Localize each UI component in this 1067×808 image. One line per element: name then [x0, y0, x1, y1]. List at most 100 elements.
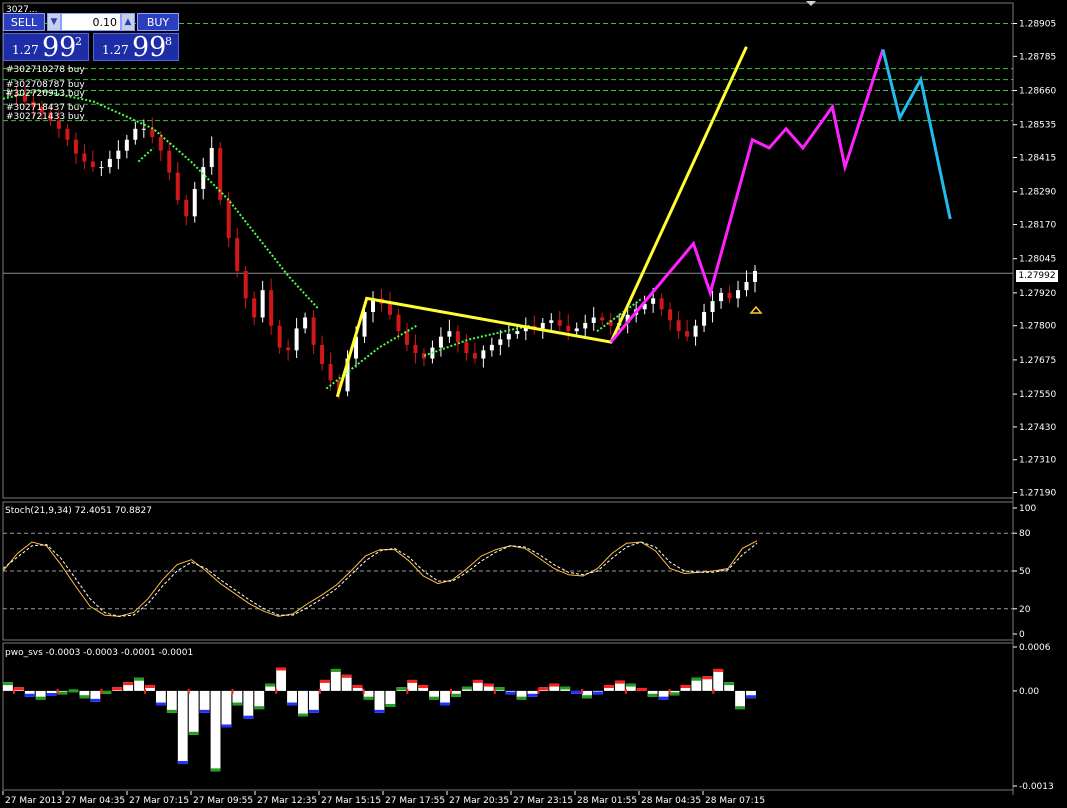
pwo-bar-accent — [527, 693, 538, 697]
pwo-bar-accent — [188, 731, 199, 735]
candle-body — [209, 147, 214, 168]
pwo-bar-accent — [472, 679, 483, 683]
pwo-bar-accent — [418, 685, 429, 689]
pwo-bar-accent — [396, 687, 407, 691]
stoch-main-line — [2, 540, 758, 617]
candle-body — [455, 331, 460, 343]
pwo-bar — [374, 690, 385, 713]
candle-body — [65, 128, 70, 140]
y-tick-label: 1.28170 — [1019, 221, 1056, 231]
lot-decrease-icon[interactable]: ▼ — [47, 13, 61, 31]
candle-body — [150, 128, 155, 138]
pwo-bar-accent — [68, 689, 79, 693]
pwo-bar-accent — [429, 696, 440, 700]
pwo-bar-accent — [166, 709, 177, 713]
pwo-y-tick-label: -0.0013 — [1019, 782, 1054, 792]
pwo-bar-accent — [318, 688, 321, 694]
candle-body — [659, 298, 664, 310]
pwo-bar-accent — [624, 688, 627, 694]
candle-body — [116, 150, 121, 159]
candle-body — [506, 333, 511, 340]
y-tick-label: 1.27800 — [1019, 322, 1056, 332]
candle-body — [243, 271, 248, 299]
pwo-bar-accent — [483, 683, 494, 687]
candle-body — [218, 147, 223, 200]
pwo-bar-accent — [604, 685, 614, 689]
pwo-bar — [243, 690, 254, 719]
lot-size-input[interactable]: 0.10 — [61, 13, 121, 31]
candle-body — [600, 317, 605, 321]
candle-body — [719, 292, 724, 302]
pwo-bar-accent — [647, 693, 658, 697]
candle-body — [260, 290, 265, 318]
pwo-panel — [2, 642, 1014, 791]
candle-body — [489, 344, 494, 351]
sell-price-big: 99 — [42, 32, 77, 63]
order-label: #302721433 buy — [6, 112, 85, 122]
y-tick-label: 1.28045 — [1019, 255, 1056, 265]
buy-arrow-icon — [749, 305, 763, 314]
candle-body — [362, 312, 367, 337]
pwo-bar-accent — [56, 688, 59, 694]
candle-body — [583, 322, 588, 329]
order-label: #302710278 buy — [6, 65, 85, 75]
sell-button[interactable]: SELL — [3, 13, 45, 31]
x-tick-label: 27 Mar 09:55 — [193, 796, 253, 806]
pwo-bar — [188, 690, 199, 735]
pwo-bar-accent — [90, 698, 101, 702]
pwo-bar-accent — [275, 688, 278, 694]
stoch-signal-line — [2, 541, 758, 617]
x-tick-label: 28 Mar 07:15 — [705, 796, 765, 806]
pwo-bar-accent — [560, 686, 571, 690]
pwo-bar-accent — [385, 703, 396, 707]
x-tick-label: 27 Mar 12:35 — [257, 796, 317, 806]
pwo-bar-accent — [232, 702, 243, 706]
pwo-bar-accent — [362, 688, 365, 694]
pwo-bar-accent — [571, 690, 582, 694]
candle-body — [320, 344, 325, 364]
stoch-title: Stoch(21,9,34) 72.4051 70.8827 — [5, 506, 152, 516]
candle-body — [201, 167, 206, 189]
candle-body — [736, 290, 741, 299]
candle-body — [651, 298, 656, 304]
sell-price-button[interactable]: 1.27 99 2 — [3, 32, 89, 63]
pwo-bar — [177, 690, 188, 765]
x-tick-label: 27 Mar 07:15 — [129, 796, 189, 806]
pwo-y-tick-label: 0.00 — [1019, 687, 1039, 697]
pwo-bar — [308, 690, 319, 713]
y-tick-label: 1.27190 — [1019, 489, 1056, 499]
moving-average-dots — [137, 147, 155, 163]
y-tick-label: 1.27430 — [1019, 423, 1056, 433]
candle-body — [252, 298, 257, 318]
pwo-bar-accent — [668, 688, 671, 694]
lot-increase-icon[interactable]: ▲ — [121, 13, 135, 31]
pwo-bar-accent — [308, 709, 319, 713]
candle-body — [668, 309, 673, 321]
pwo-bar-accent — [145, 685, 155, 689]
chart-canvas[interactable]: 1.28905 1.28785 1.28660 1.28535 1.28415 1.282… — [0, 0, 1067, 808]
sell-price-prefix: 1.27 — [12, 43, 39, 57]
stoch-y-tick-label: 100 — [1019, 504, 1036, 514]
x-tick-label: 27 Mar 04:35 — [65, 796, 125, 806]
candle-body — [294, 328, 299, 351]
pwo-bar — [276, 667, 287, 691]
buy-price-button[interactable]: 1.27 99 8 — [93, 32, 179, 63]
pwo-bar-accent — [319, 679, 330, 683]
y-tick-label: 1.28290 — [1019, 188, 1056, 198]
pwo-bar-accent — [724, 682, 735, 686]
pwo-bar-accent — [254, 706, 265, 710]
x-tick-label: 27 Mar 2013 — [5, 796, 62, 806]
pwo-bar-accent — [265, 683, 276, 687]
candle-body — [464, 342, 469, 354]
candle-body — [328, 363, 333, 381]
moving-average-dots — [325, 324, 418, 390]
pwo-bar-accent — [505, 691, 516, 695]
pwo-bar-accent — [221, 724, 232, 728]
pwo-bar — [199, 690, 210, 713]
candle-body — [277, 325, 282, 348]
x-tick-label: 27 Mar 20:35 — [449, 796, 509, 806]
candle-body — [540, 322, 545, 329]
pwo-bar-accent — [614, 680, 625, 684]
candle-body — [574, 328, 579, 332]
buy-button[interactable]: BUY — [137, 13, 179, 31]
